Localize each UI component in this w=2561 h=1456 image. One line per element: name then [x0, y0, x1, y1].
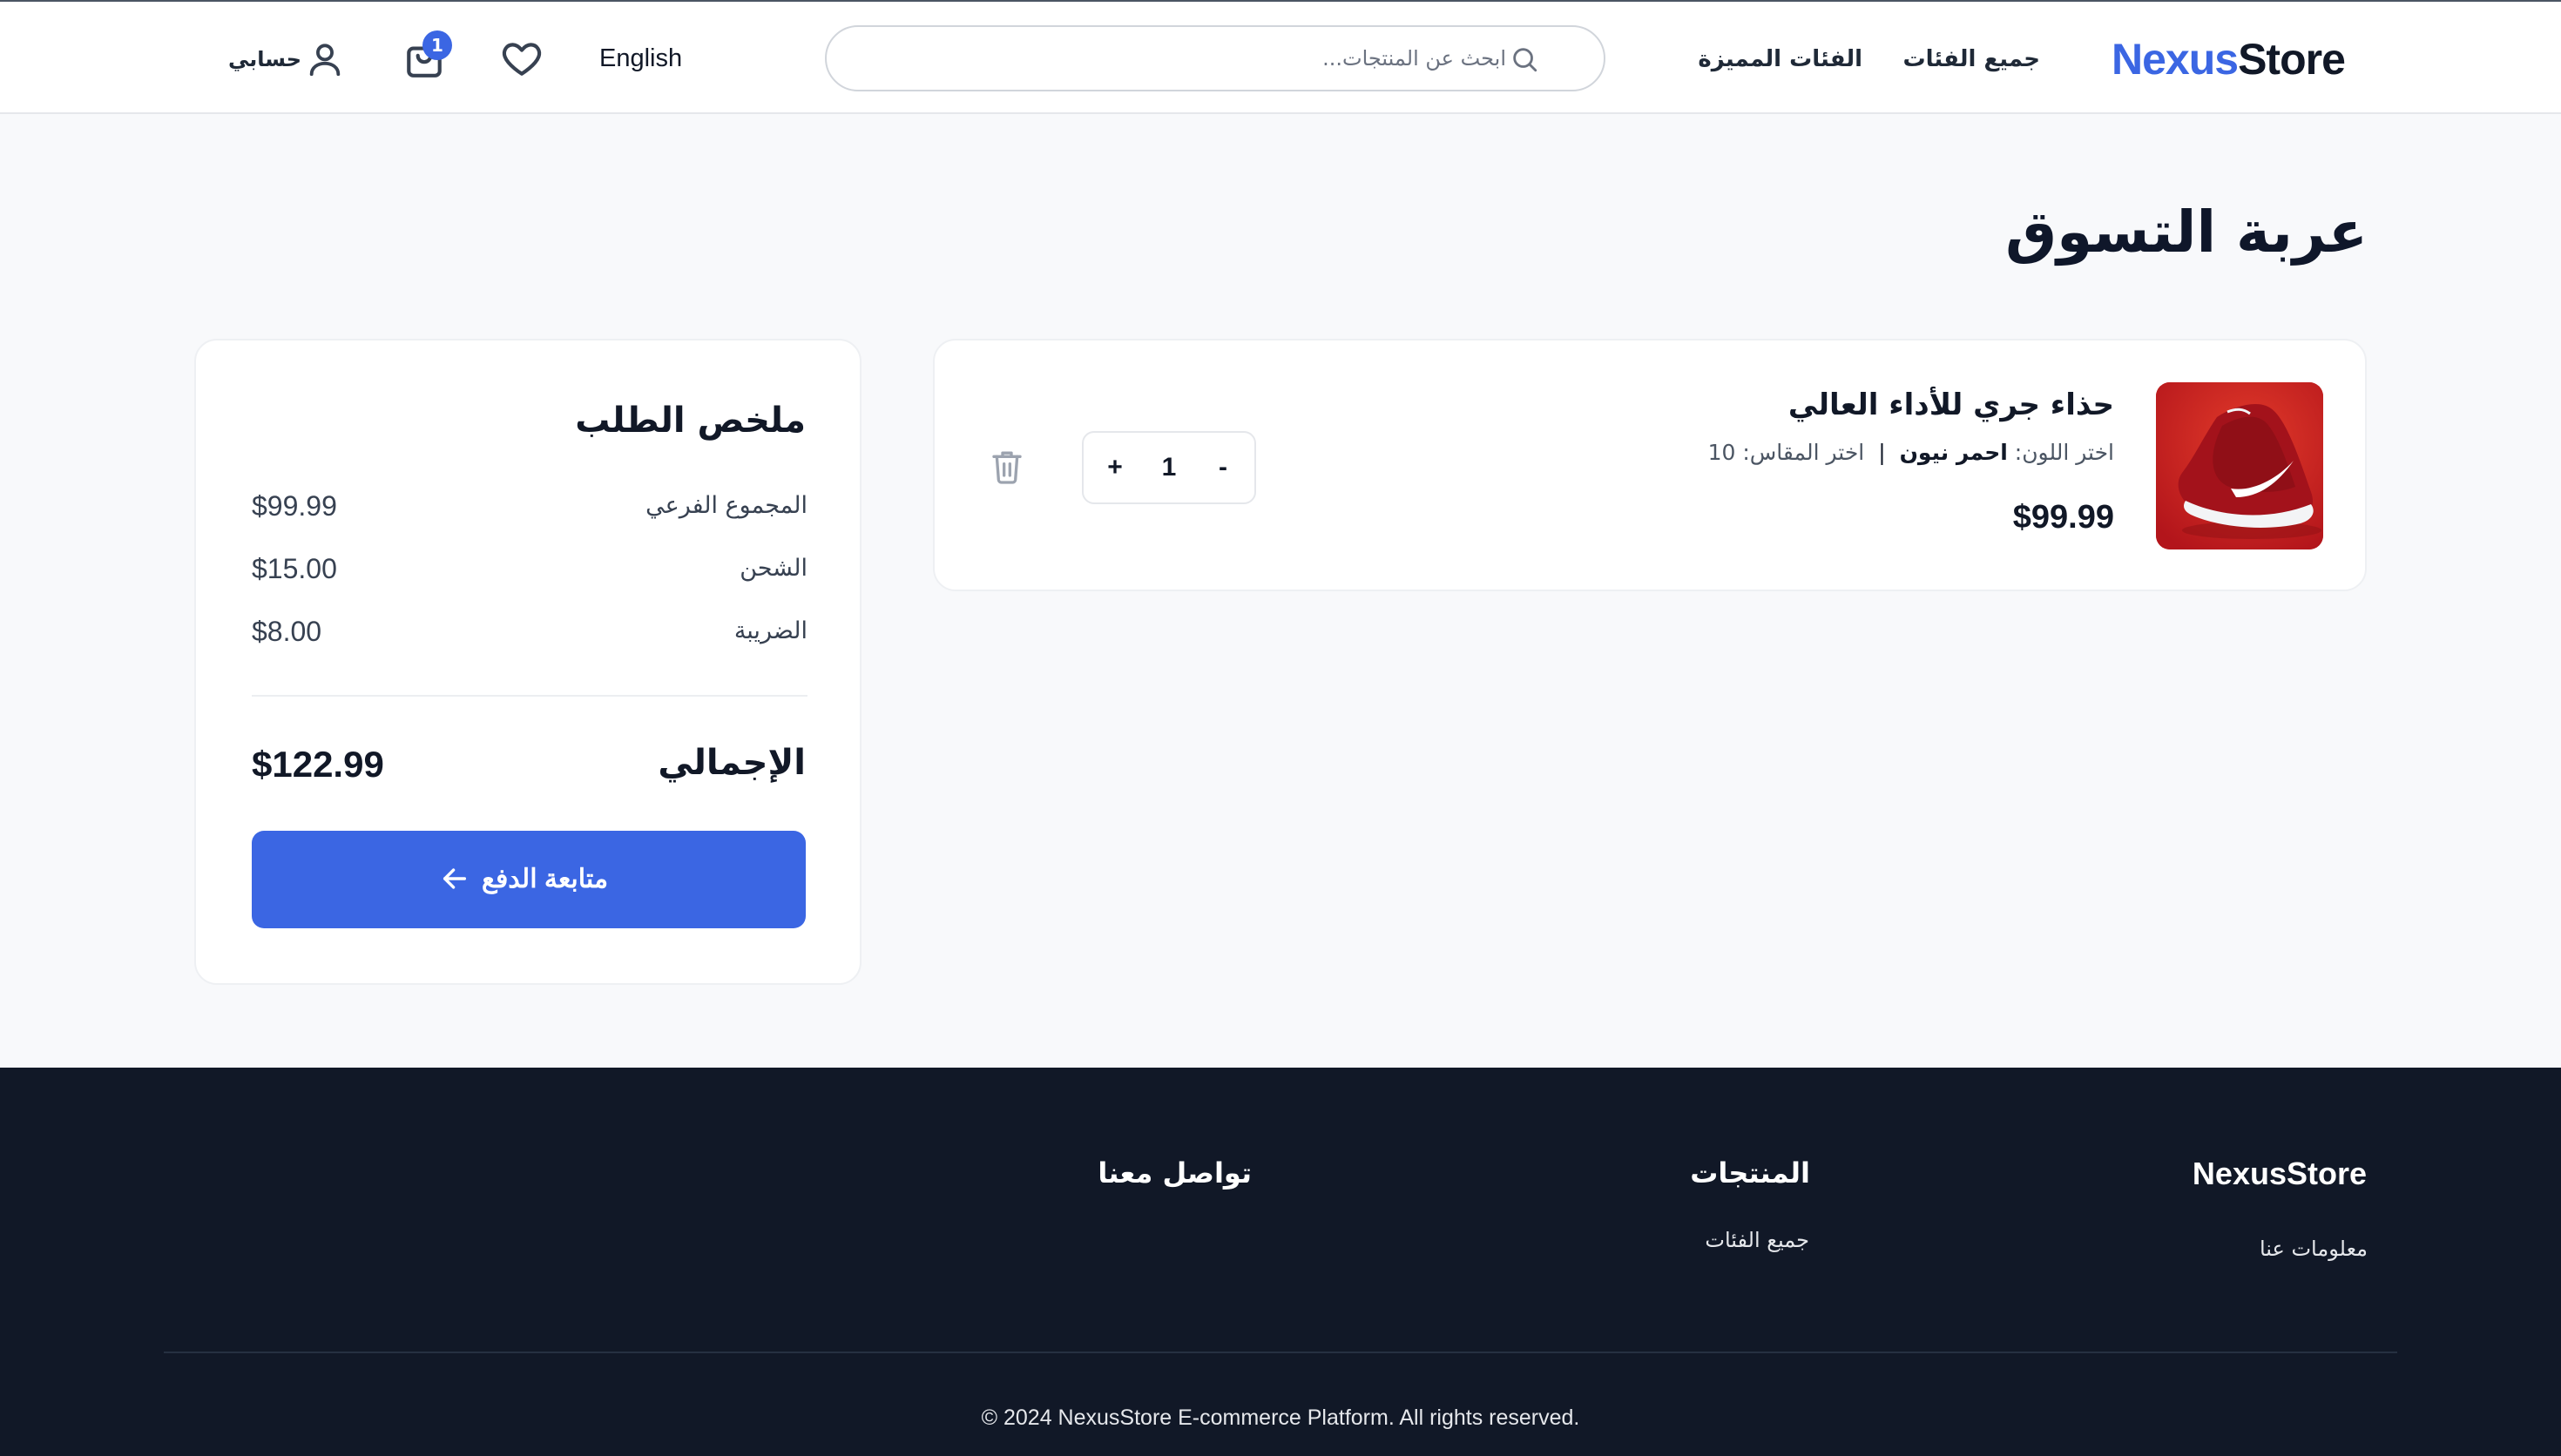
checkout-button[interactable]: متابعة الدفع [252, 831, 806, 928]
quantity-value[interactable]: 1 [1141, 433, 1197, 502]
store-logo[interactable]: NexusStore [2112, 31, 2346, 87]
subtotal-label: المجموع الفرعي [645, 492, 807, 519]
footer-contact-heading: تواصل معنا [1098, 1156, 1252, 1190]
footer-brand: NexusStore [2192, 1156, 2367, 1191]
color-value: احمر نيون [1899, 440, 2008, 465]
quantity-stepper: + 1 - [1082, 431, 1256, 504]
shipping-label: الشحن [740, 555, 807, 582]
user-icon[interactable] [305, 38, 345, 80]
shipping-value: $15.00 [252, 553, 337, 584]
tax-label: الضريبة [733, 617, 807, 644]
cart-count-badge: 1 [422, 30, 452, 60]
logo-part-1: Nexus [2112, 35, 2239, 84]
search-box [825, 25, 1605, 91]
trash-icon[interactable] [990, 448, 1024, 486]
product-image[interactable] [2156, 382, 2323, 549]
total-value: $122.99 [252, 744, 384, 785]
product-name[interactable]: حذاء جري للأداء العالي [1788, 384, 2114, 426]
account-link[interactable]: حسابي [228, 40, 301, 78]
logo-part-2: Store [2238, 35, 2346, 84]
footer-divider [164, 1352, 2397, 1353]
size-value: 10 [1707, 440, 1736, 465]
nav-featured-categories[interactable]: الفئات المميزة [1698, 38, 1862, 80]
order-summary-card: ملخص الطلب المجموع الفرعي $99.99 الشحن $… [194, 339, 862, 985]
running-shoe-image [2156, 382, 2323, 549]
arrow-left-icon [443, 868, 467, 889]
color-label: اختر اللون: [2014, 440, 2114, 465]
cart-item-card: حذاء جري للأداء العالي اختر اللون: احمر … [933, 339, 2367, 591]
language-toggle[interactable]: English [599, 37, 682, 80]
subtotal-row: المجموع الفرعي $99.99 [252, 487, 807, 525]
subtotal-value: $99.99 [252, 490, 337, 522]
top-header: NexusStore جميع الفئات الفئات المميزة En… [0, 0, 2561, 114]
product-options: اختر اللون: احمر نيون | اختر المقاس: 10 [1708, 436, 2114, 469]
tax-value: $8.00 [252, 616, 322, 647]
copyright-text: © 2024 NexusStore E-commerce Platform. A… [981, 1405, 1580, 1430]
product-price: $99.99 [2012, 499, 2114, 536]
footer-all-categories-link[interactable]: جميع الفئات [1705, 1223, 1809, 1257]
search-input[interactable] [862, 39, 1506, 78]
summary-title: ملخص الطلب [575, 401, 806, 441]
page-title: عربة التسوق [2005, 199, 2368, 266]
heart-icon[interactable] [500, 37, 544, 80]
summary-divider [252, 695, 807, 697]
tax-row: الضريبة $8.00 [252, 612, 807, 650]
shipping-row: الشحن $15.00 [252, 549, 807, 588]
checkout-label: متابعة الدفع [482, 865, 609, 893]
size-label: اختر المقاس: [1742, 440, 1865, 465]
footer-about-link[interactable]: معلومات عنا [2260, 1231, 2368, 1266]
total-label: الإجمالي [658, 743, 806, 783]
search-icon[interactable] [1510, 44, 1539, 74]
option-separator: | [1878, 440, 1886, 465]
footer-products-heading: المنتجات [1690, 1156, 1810, 1190]
site-footer: NexusStore معلومات عنا المنتجات جميع الف… [0, 1068, 2561, 1456]
quantity-decrease-button[interactable]: - [1197, 433, 1249, 502]
nav-all-categories[interactable]: جميع الفئات [1903, 38, 2041, 80]
quantity-increase-button[interactable]: + [1089, 433, 1141, 502]
page: NexusStore جميع الفئات الفئات المميزة En… [0, 0, 2561, 1456]
